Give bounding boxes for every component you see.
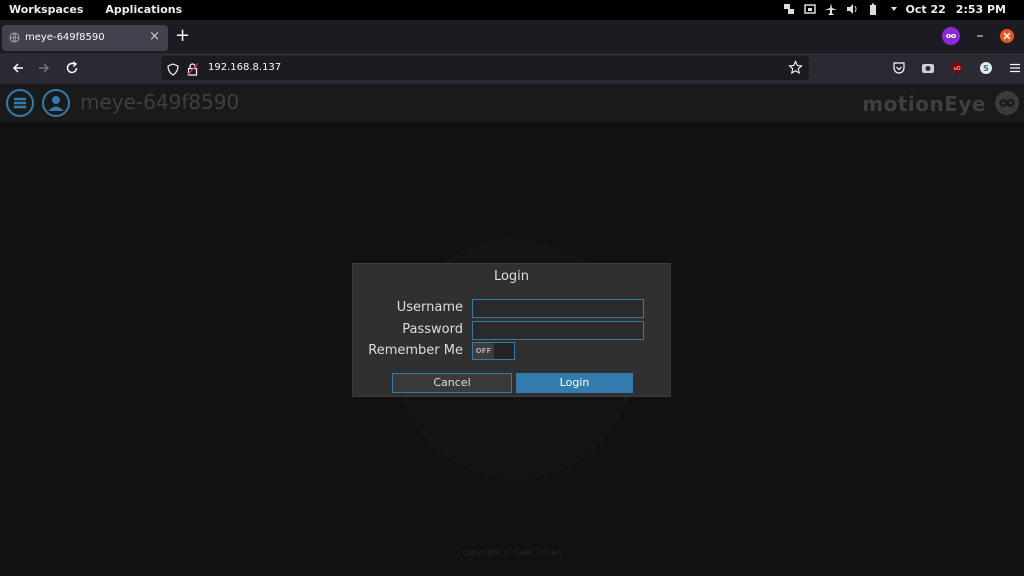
- wired-icon[interactable]: [804, 3, 816, 15]
- close-icon[interactable]: ×: [149, 29, 160, 44]
- mask-extension-icon[interactable]: [942, 27, 960, 45]
- username-label: Username: [396, 300, 463, 315]
- owl-logo-icon: [995, 91, 1019, 115]
- reload-icon[interactable]: [63, 59, 81, 77]
- tab-strip: meye-649f8590 ×: [0, 20, 1024, 53]
- url-text[interactable]: 192.168.8.137: [208, 62, 281, 73]
- dialog-title: Login: [493, 269, 530, 284]
- clock-time: 2:53 PM: [955, 3, 1006, 16]
- minimize-icon[interactable]: –: [974, 28, 986, 44]
- workspaces-menu[interactable]: Workspaces: [9, 3, 83, 16]
- tab-title: meye-649f8590: [25, 32, 105, 43]
- new-tab-button[interactable]: +: [175, 26, 190, 46]
- navigation-toolbar: 192.168.8.137 uO S: [0, 53, 1024, 84]
- pocket-icon[interactable]: [891, 60, 907, 76]
- footer-copyright: copyright © Calin Crisan: [462, 548, 562, 557]
- camera-hostname: meye-649f8590: [80, 90, 240, 114]
- password-label: Password: [402, 322, 463, 337]
- address-bar[interactable]: 192.168.8.137: [161, 56, 809, 80]
- back-arrow-icon[interactable]: [9, 59, 27, 77]
- login-button[interactable]: Login: [516, 373, 633, 393]
- applications-menu[interactable]: Applications: [105, 3, 182, 16]
- extension-s-icon[interactable]: S: [978, 60, 994, 76]
- brand-name: motionEye: [862, 92, 986, 116]
- ublock-icon[interactable]: uO: [949, 60, 965, 76]
- remember-me-label: Remember Me: [368, 343, 463, 358]
- volume-icon[interactable]: [846, 3, 858, 15]
- remember-me-toggle[interactable]: OFF: [472, 342, 515, 360]
- svg-text:S: S: [983, 64, 989, 73]
- user-icon[interactable]: [42, 89, 70, 117]
- login-dialog: Login Username Password Remember Me OFF …: [352, 263, 671, 397]
- shield-icon[interactable]: [167, 61, 179, 80]
- main-menu-icon[interactable]: [6, 89, 34, 117]
- clock-date: Oct 22: [905, 3, 946, 16]
- network-icon[interactable]: [783, 3, 795, 15]
- username-input[interactable]: [472, 299, 644, 318]
- forward-arrow-icon[interactable]: [35, 59, 53, 77]
- window-close-icon[interactable]: [1000, 29, 1014, 43]
- system-tray[interactable]: [783, 3, 900, 15]
- browser-tab[interactable]: meye-649f8590 ×: [2, 25, 168, 51]
- svg-text:uO: uO: [953, 66, 960, 72]
- window-controls: –: [942, 27, 1014, 45]
- clock[interactable]: Oct 22 2:53 PM: [906, 3, 1006, 16]
- insecure-lock-icon[interactable]: [186, 61, 199, 80]
- screenshot-extension-icon[interactable]: [920, 60, 936, 76]
- battery-icon[interactable]: [867, 3, 879, 15]
- system-top-bar: Workspaces Applications Oct 22 2:53 PM: [0, 0, 1024, 20]
- cancel-button[interactable]: Cancel: [392, 373, 512, 393]
- app-header: meye-649f8590 motionEye: [0, 84, 1024, 122]
- password-input[interactable]: [472, 321, 644, 340]
- hamburger-menu-icon[interactable]: [1007, 60, 1023, 76]
- bookmark-star-icon[interactable]: [788, 60, 803, 79]
- chevron-down-icon[interactable]: [888, 3, 900, 15]
- globe-icon: [9, 32, 20, 43]
- airplane-icon[interactable]: [825, 3, 837, 15]
- toggle-state-text: OFF: [473, 343, 494, 359]
